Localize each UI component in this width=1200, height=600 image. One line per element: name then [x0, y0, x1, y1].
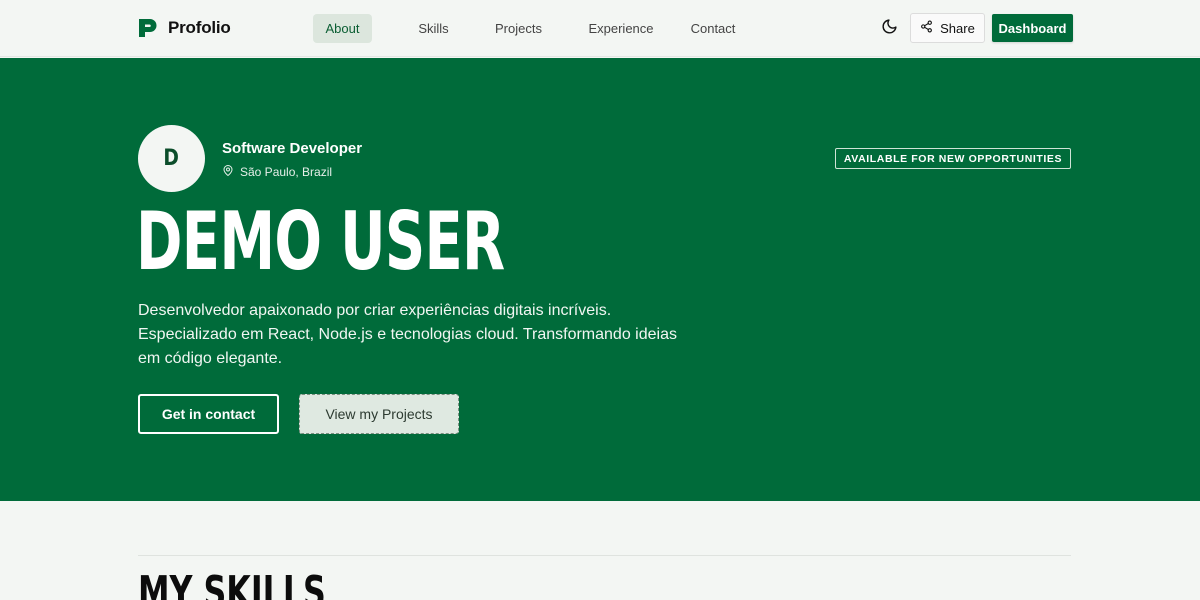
hero-name: DEMO USER — [136, 195, 505, 288]
avatar-initial: D — [163, 146, 180, 171]
top-navbar: Profolio About Skills Projects Experienc… — [0, 0, 1200, 57]
theme-toggle-button[interactable] — [877, 17, 901, 41]
hero-description: Desenvolvedor apaixonado por criar exper… — [138, 302, 677, 367]
main-nav: About Skills Projects Experience Contact — [313, 14, 748, 43]
share-label: Share — [940, 20, 975, 36]
availability-badge: AVAILABLE FOR NEW OPPORTUNITIES — [835, 148, 1071, 169]
section-divider — [138, 555, 1071, 556]
moon-icon — [881, 18, 898, 40]
nav-item-projects[interactable]: Projects — [481, 14, 556, 43]
nav-item-about[interactable]: About — [313, 14, 372, 43]
avatar: D — [138, 125, 205, 192]
nav-item-experience[interactable]: Experience — [576, 14, 666, 43]
role-title: Software Developer — [222, 140, 363, 157]
view-projects-button[interactable]: View my Projects — [299, 394, 459, 434]
nav-item-skills[interactable]: Skills — [404, 14, 463, 43]
dashboard-button[interactable]: Dashboard — [992, 14, 1073, 42]
location-text: São Paulo, Brazil — [240, 165, 333, 179]
hero-section: D Software Developer São Paulo, Brazil A… — [0, 58, 1200, 501]
profolio-logo-icon — [137, 17, 159, 39]
get-in-contact-button[interactable]: Get in contact — [138, 394, 279, 434]
nav-item-contact[interactable]: Contact — [678, 14, 748, 43]
location: São Paulo, Brazil — [222, 164, 332, 180]
map-pin-icon — [222, 164, 234, 180]
share-button[interactable]: Share — [910, 13, 985, 43]
share-icon — [920, 20, 933, 36]
brand-logo[interactable]: Profolio — [137, 17, 231, 39]
skills-heading: MY SKILLS — [138, 567, 326, 600]
brand-name: Profolio — [168, 18, 231, 37]
